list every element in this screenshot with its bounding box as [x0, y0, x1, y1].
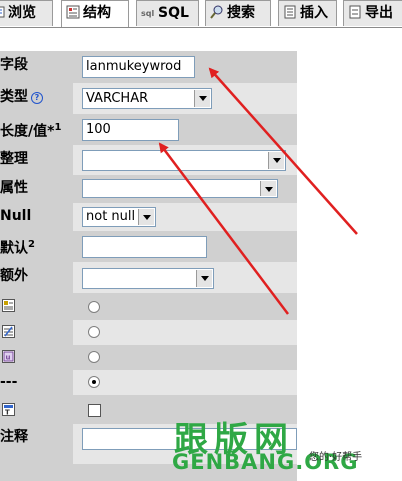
- length-label: 长度/值*1: [0, 114, 73, 145]
- extra-label: 额外: [0, 262, 73, 293]
- default-input[interactable]: [82, 236, 207, 258]
- row-extra: 额外: [0, 262, 297, 293]
- tab-search-label: 搜索: [227, 5, 255, 21]
- length-cell: 100: [77, 114, 297, 145]
- unique-label: u: [0, 345, 73, 370]
- tab-browse-label: 浏览: [8, 5, 36, 21]
- primary-key-label: [0, 293, 73, 320]
- tab-bar: 浏览 结构 sql SQL 搜索 插入 导出: [0, 0, 402, 28]
- null-label: Null: [0, 203, 73, 231]
- row-collation: 整理: [0, 145, 297, 175]
- no-index-radio[interactable]: [88, 376, 100, 388]
- type-label: 类型?: [0, 83, 73, 114]
- field-cell: lanmukeywrod: [77, 51, 297, 83]
- chevron-down-icon: [194, 90, 210, 107]
- row-index: [0, 320, 297, 345]
- type-select[interactable]: VARCHAR: [82, 88, 212, 109]
- tab-sql[interactable]: sql SQL: [136, 0, 199, 26]
- watermark-tagline: 您的·好帮手: [309, 452, 363, 463]
- index-radio[interactable]: [88, 326, 100, 338]
- browse-icon: [0, 5, 5, 19]
- tab-export-label: 导出: [365, 5, 393, 21]
- row-length: 长度/值*1 100: [0, 114, 297, 145]
- svg-text:sql: sql: [141, 9, 154, 18]
- chevron-down-icon: [260, 181, 276, 196]
- fulltext-checkbox[interactable]: [88, 404, 101, 417]
- type-select-value: VARCHAR: [86, 91, 149, 106]
- structure-icon: [66, 5, 80, 19]
- type-cell: VARCHAR: [77, 83, 297, 114]
- null-select-value: not null: [86, 209, 136, 224]
- extra-select[interactable]: [82, 268, 214, 289]
- watermark: 跟版网 GENBANG.ORG 您的·好帮手: [172, 412, 402, 481]
- extra-cell: [77, 262, 297, 293]
- index-label: [0, 320, 73, 345]
- svg-text:T: T: [5, 409, 10, 417]
- index-cell: [77, 320, 297, 345]
- chevron-down-icon: [196, 270, 212, 287]
- chevron-down-icon: [138, 209, 154, 225]
- unique-icon: u: [2, 350, 15, 363]
- sql-icon: sql: [141, 5, 155, 19]
- fulltext-label: T: [0, 395, 73, 424]
- primary-key-radio[interactable]: [88, 301, 100, 313]
- collation-label: 整理: [0, 145, 73, 175]
- row-primary-key: [0, 293, 297, 320]
- tab-insert[interactable]: 插入: [278, 0, 337, 26]
- row-field: 字段 lanmukeywrod: [0, 51, 297, 83]
- tab-structure[interactable]: 结构: [61, 0, 129, 27]
- tab-search[interactable]: 搜索: [205, 0, 271, 26]
- insert-icon: [283, 5, 297, 19]
- index-icon: [2, 325, 15, 338]
- comment-label: 注释: [0, 424, 73, 464]
- row-default: 默认2: [0, 231, 297, 262]
- tab-export[interactable]: 导出: [343, 0, 402, 26]
- attributes-cell: [77, 175, 297, 203]
- primary-key-cell: [77, 293, 297, 320]
- row-unique: u: [0, 345, 297, 370]
- unique-cell: [77, 345, 297, 370]
- unique-radio[interactable]: [88, 351, 100, 363]
- no-index-cell: [77, 370, 297, 395]
- tab-browse[interactable]: 浏览: [0, 0, 53, 26]
- row-null: Null not null: [0, 203, 297, 231]
- null-select[interactable]: not null: [82, 207, 156, 227]
- tab-insert-label: 插入: [300, 5, 328, 21]
- collation-cell: [77, 145, 297, 175]
- field-label: 字段: [0, 51, 73, 83]
- tab-sql-label: SQL: [158, 5, 189, 21]
- collation-select[interactable]: [82, 150, 286, 171]
- row-type: 类型? VARCHAR: [0, 83, 297, 114]
- length-input[interactable]: 100: [82, 119, 179, 141]
- help-icon[interactable]: ?: [31, 92, 43, 104]
- svg-text:u: u: [6, 354, 11, 362]
- no-index-label: ---: [0, 370, 73, 395]
- field-name-input[interactable]: lanmukeywrod: [82, 56, 195, 78]
- attributes-select[interactable]: [82, 179, 278, 198]
- row-attributes: 属性: [0, 175, 297, 203]
- export-icon: [348, 5, 362, 19]
- row-no-index: ---: [0, 370, 297, 395]
- attributes-label: 属性: [0, 175, 73, 203]
- search-icon: [210, 5, 224, 19]
- null-cell: not null: [77, 203, 297, 231]
- primary-key-icon: [2, 299, 15, 312]
- default-cell: [77, 231, 297, 262]
- default-label: 默认2: [0, 231, 73, 262]
- fulltext-icon: T: [2, 403, 15, 416]
- chevron-down-icon: [268, 152, 284, 169]
- tab-structure-label: 结构: [83, 5, 111, 21]
